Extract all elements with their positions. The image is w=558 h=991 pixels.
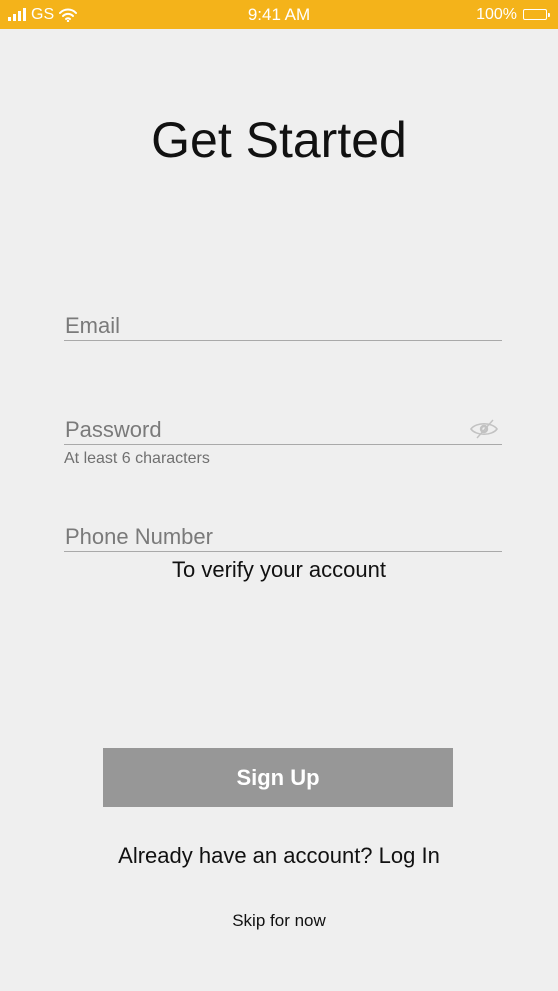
login-prompt: Already have an account? Log In: [0, 842, 558, 870]
password-field-container: [64, 416, 502, 445]
phone-hint: To verify your account: [172, 557, 386, 582]
password-hint: At least 6 characters: [64, 450, 210, 467]
battery-percentage: 100%: [476, 6, 517, 23]
password-field[interactable]: [64, 416, 502, 444]
login-prompt-text: Already have an account?: [118, 843, 373, 868]
eye-icon[interactable]: [469, 418, 499, 440]
status-bar: GS 9:41 AM 100%: [0, 0, 558, 29]
email-field[interactable]: [64, 312, 502, 340]
login-link[interactable]: Log In: [379, 843, 440, 868]
skip-link[interactable]: Skip for now: [0, 910, 558, 932]
status-time: 9:41 AM: [247, 5, 311, 24]
page-title: Get Started: [151, 112, 407, 168]
status-right: 100%: [476, 4, 550, 25]
phone-field[interactable]: [64, 523, 502, 551]
battery-icon: [523, 9, 550, 20]
phone-field-container: [64, 523, 502, 552]
email-field-container: [64, 312, 502, 341]
signup-button[interactable]: Sign Up: [103, 748, 453, 807]
